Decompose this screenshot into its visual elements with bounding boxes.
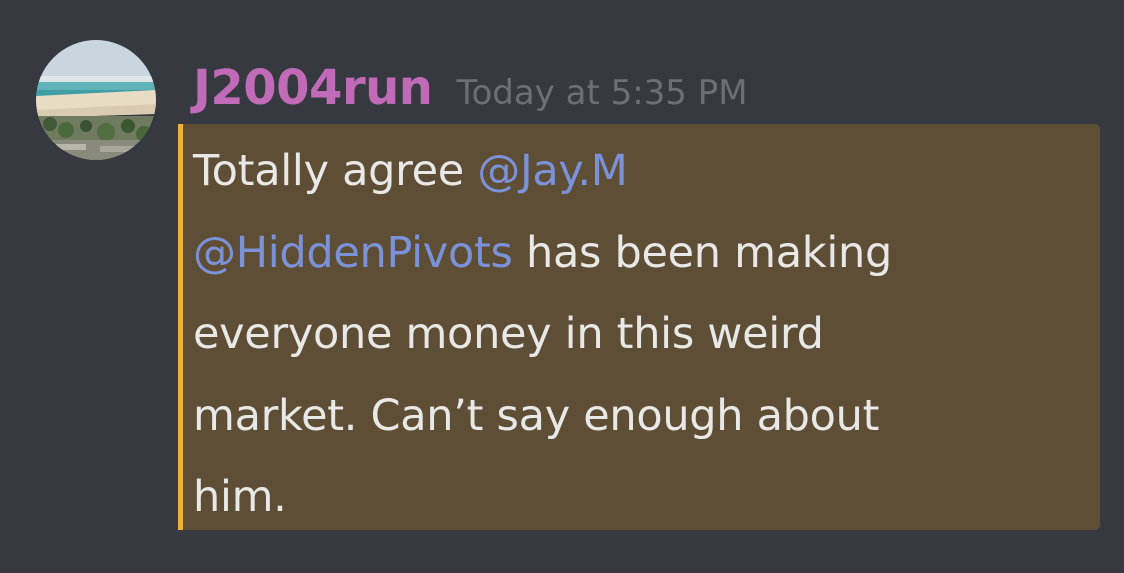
message-line-4: market. Can’t say enough about	[193, 376, 1088, 458]
message-text: Totally agree	[193, 146, 478, 196]
mention-jay-m[interactable]: @Jay.M	[477, 146, 628, 196]
message-line-3: everyone money in this weird	[193, 294, 1088, 376]
username[interactable]: J2004run	[193, 60, 433, 116]
message-line-5: him.	[193, 457, 1088, 539]
message-header: J2004run Today at 5:35 PM	[193, 58, 748, 129]
timestamp: Today at 5:35 PM	[456, 73, 748, 113]
message-line-2: @HiddenPivots has been making	[193, 213, 1088, 295]
message-text: market. Can’t say enough about	[193, 390, 880, 441]
message-text: everyone money in this weird	[193, 309, 824, 359]
message-text: has been making	[512, 227, 892, 278]
message-content: Totally agree @Jay.M @HiddenPivots has b…	[193, 131, 1088, 539]
beach-photo-avatar-icon	[36, 40, 156, 160]
message-text: him.	[193, 472, 287, 522]
mention-hiddenpivots[interactable]: @HiddenPivots	[193, 228, 513, 278]
chat-message: J2004run Today at 5:35 PM Totally agree @…	[0, 0, 1124, 573]
message-line-1: Totally agree @Jay.M	[193, 131, 1088, 213]
user-avatar[interactable]	[36, 40, 156, 160]
